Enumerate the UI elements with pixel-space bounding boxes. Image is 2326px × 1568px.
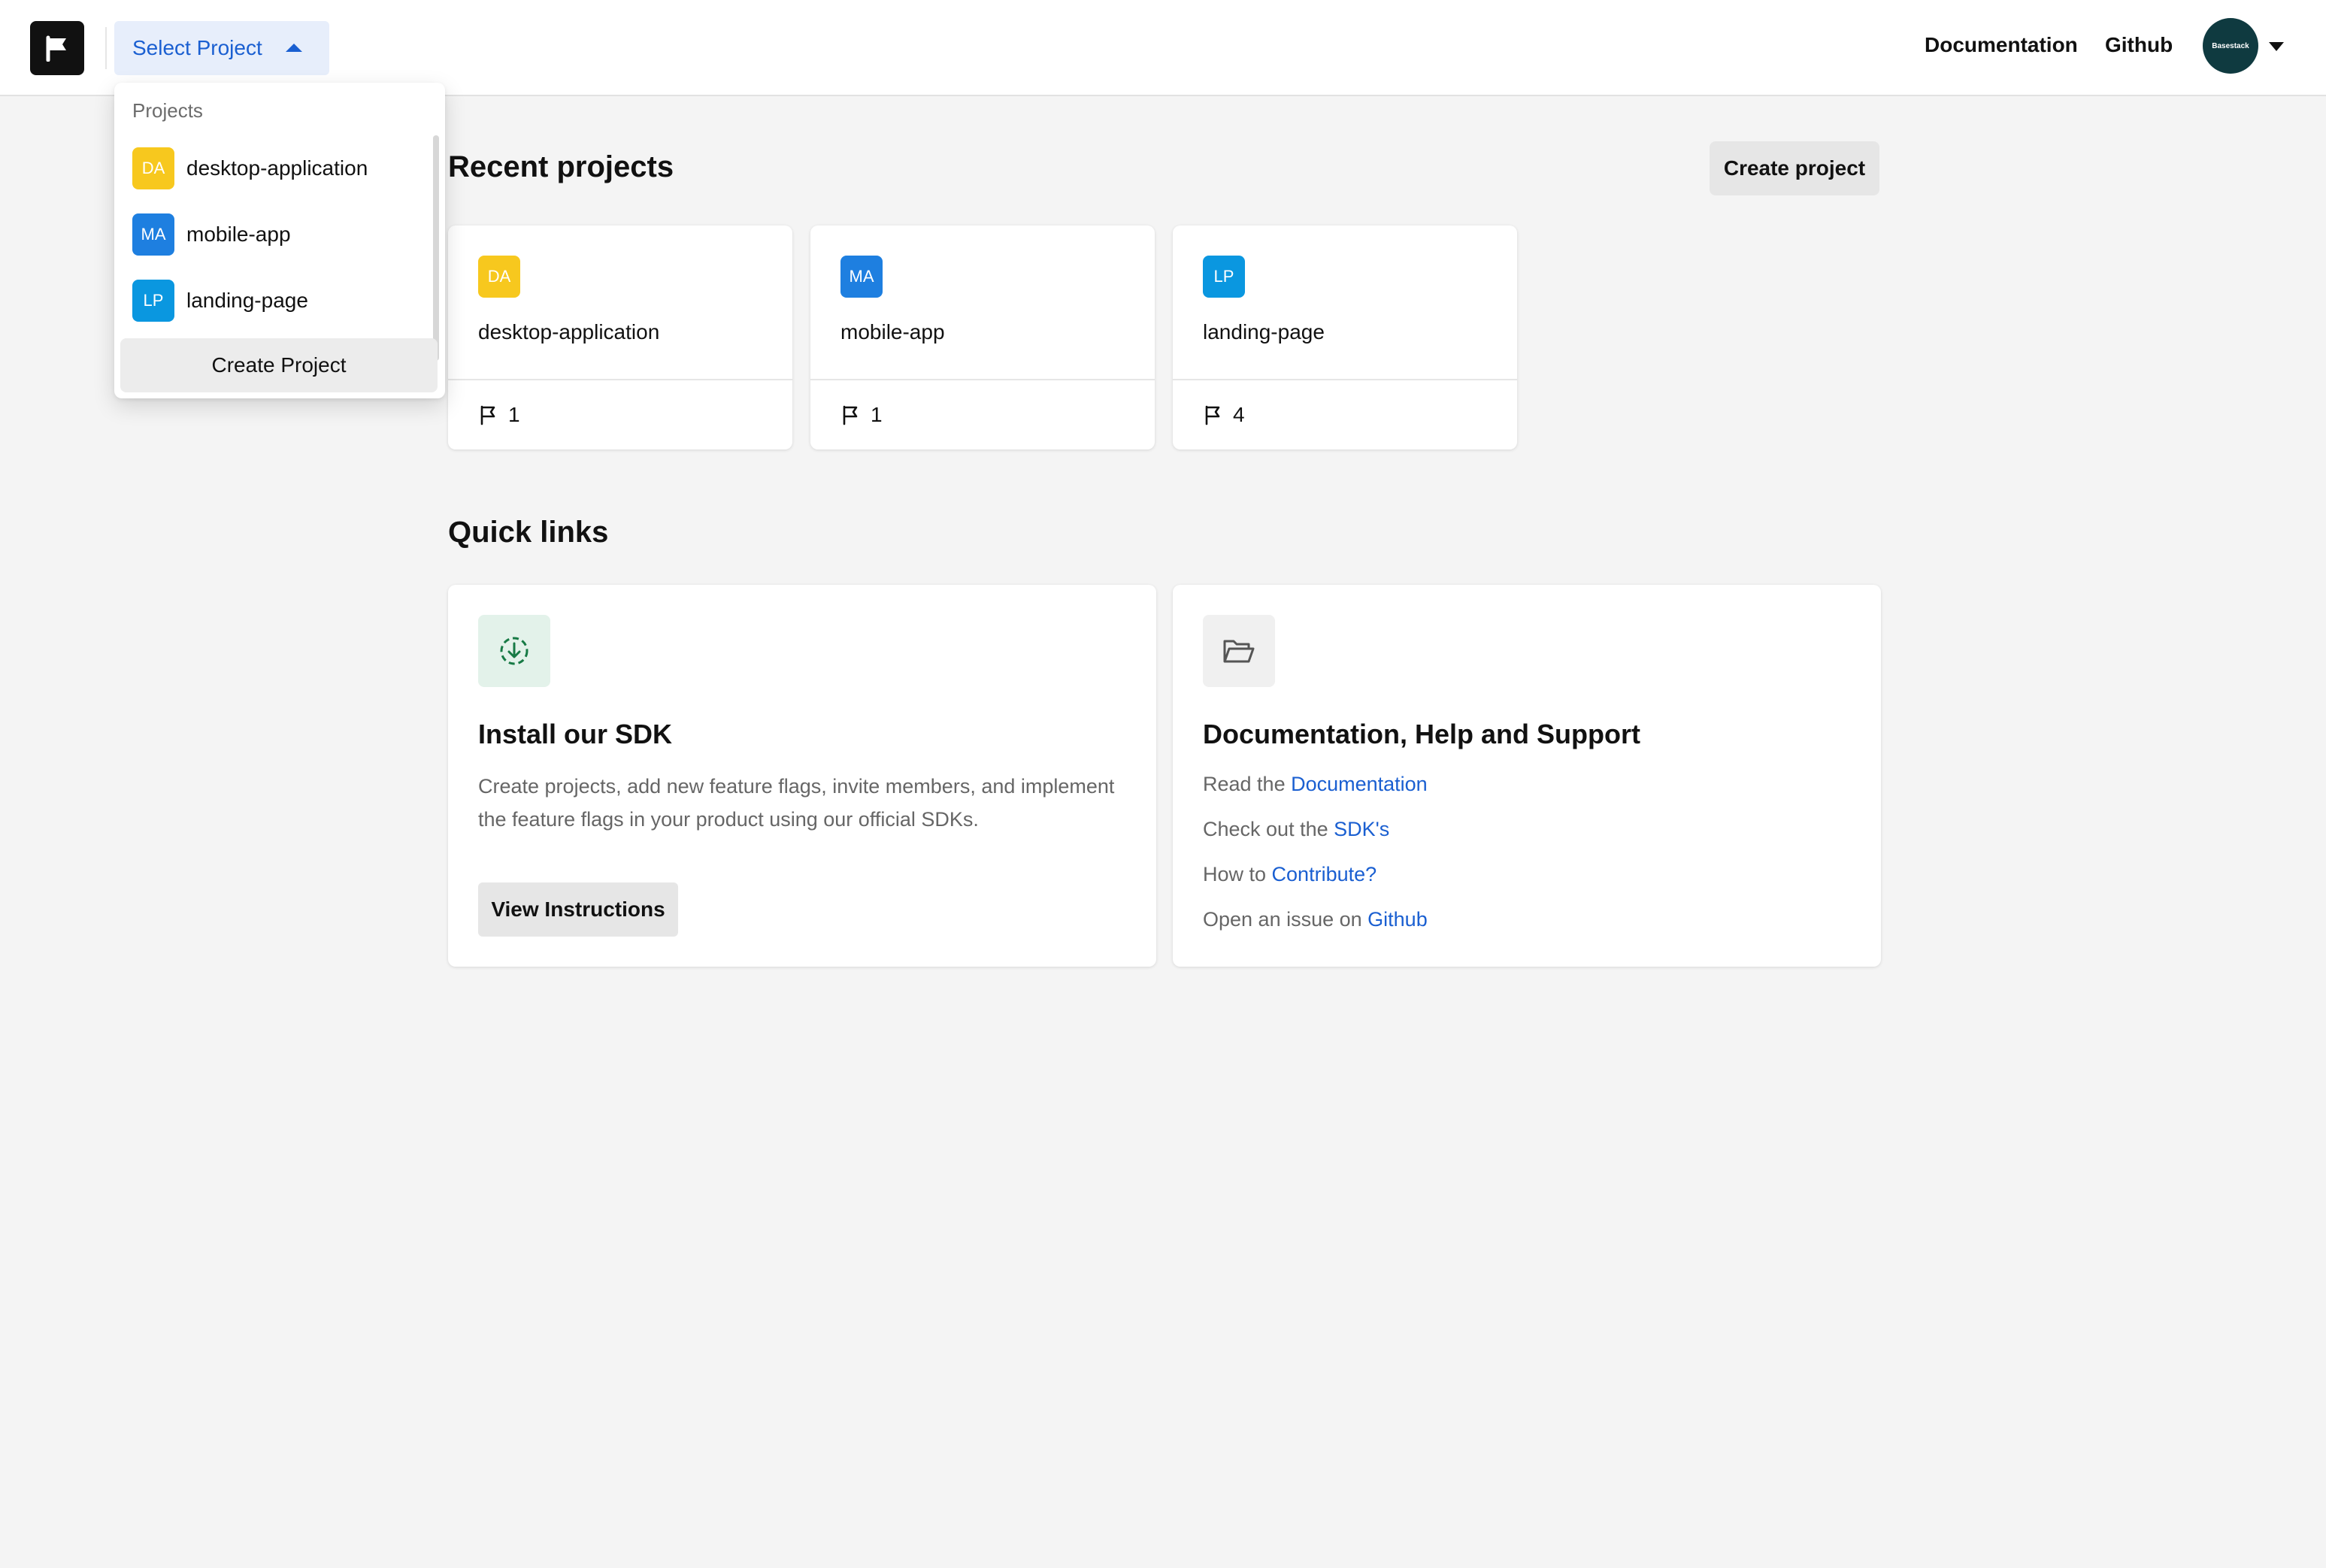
caret-down-icon[interactable] — [2269, 42, 2284, 51]
project-avatar: LP — [132, 280, 174, 322]
avatar[interactable]: Basestack — [2203, 18, 2258, 74]
docs-line-prefix: How to — [1203, 863, 1272, 885]
dropdown-item-landing-page[interactable]: LP landing-page — [132, 280, 418, 322]
flag-outline-icon — [480, 405, 495, 425]
caret-up-icon — [286, 44, 302, 52]
dropdown-create-project-button[interactable]: Create Project — [120, 338, 438, 392]
docs-support-card: Documentation, Help and Support Read the… — [1173, 585, 1881, 967]
flag-count: 1 — [840, 403, 883, 427]
flag-count: 4 — [1203, 403, 1245, 427]
project-card-landing-page[interactable]: LP landing-page 4 — [1173, 226, 1517, 450]
documentation-link[interactable]: Documentation — [1291, 773, 1428, 795]
create-project-button[interactable]: Create project — [1710, 141, 1879, 195]
select-project-label: Select Project — [132, 36, 262, 59]
project-avatar: MA — [840, 256, 883, 298]
project-avatar: LP — [1203, 256, 1245, 298]
top-bar: Select Project Documentation Github Base… — [0, 0, 2326, 96]
contribute-link[interactable]: Contribute? — [1272, 863, 1377, 885]
docs-line-prefix: Read the — [1203, 773, 1292, 795]
project-name: landing-page — [1203, 320, 1325, 344]
nav-github-link[interactable]: Github — [2105, 33, 2173, 57]
card-divider — [448, 379, 792, 380]
folder-open-icon — [1203, 615, 1275, 687]
flag-count-value: 1 — [508, 403, 520, 426]
install-sdk-description: Create projects, add new feature flags, … — [478, 775, 1115, 831]
dropdown-item-label: desktop-application — [186, 156, 368, 180]
sdks-link[interactable]: SDK's — [1334, 818, 1389, 840]
dropdown-item-desktop-application[interactable]: DA desktop-application — [132, 147, 418, 189]
header-divider — [105, 27, 107, 69]
flag-count-value: 4 — [1233, 403, 1245, 426]
dropdown-item-label: landing-page — [186, 289, 308, 312]
docs-line-sdks: Check out the SDK's — [1203, 818, 1389, 841]
docs-line-contribute: How to Contribute? — [1203, 863, 1377, 886]
flag-icon — [46, 35, 66, 62]
app-logo[interactable] — [30, 21, 84, 75]
quick-links-title: Quick links — [448, 516, 609, 549]
docs-support-title: Documentation, Help and Support — [1203, 719, 1640, 749]
project-card-desktop-application[interactable]: DA desktop-application 1 — [448, 226, 792, 450]
docs-line-prefix: Check out the — [1203, 818, 1334, 840]
project-name: desktop-application — [478, 320, 660, 344]
install-sdk-title: Install our SDK — [478, 719, 673, 749]
dropdown-heading: Projects — [132, 99, 203, 122]
nav-documentation-link[interactable]: Documentation — [1925, 33, 2078, 57]
card-divider — [810, 379, 1155, 380]
card-divider — [1173, 379, 1517, 380]
project-dropdown: Projects DA desktop-application MA mobil… — [114, 83, 445, 398]
flag-outline-icon — [843, 405, 858, 425]
docs-line-github: Open an issue on Github — [1203, 908, 1428, 931]
recent-projects-title: Recent projects — [448, 150, 674, 183]
project-card-mobile-app[interactable]: MA mobile-app 1 — [810, 226, 1155, 450]
flag-count: 1 — [478, 403, 520, 427]
dropdown-item-label: mobile-app — [186, 222, 291, 246]
project-avatar: DA — [478, 256, 520, 298]
project-name: mobile-app — [840, 320, 945, 344]
flag-outline-icon — [1205, 405, 1220, 425]
github-issue-link[interactable]: Github — [1367, 908, 1428, 931]
flag-count-value: 1 — [871, 403, 883, 426]
install-sdk-card: Install our SDK Create projects, add new… — [448, 585, 1156, 967]
view-instructions-button[interactable]: View Instructions — [478, 882, 678, 937]
select-project-button[interactable]: Select Project — [114, 21, 329, 75]
project-avatar: MA — [132, 213, 174, 256]
docs-line-documentation: Read the Documentation — [1203, 773, 1428, 796]
docs-line-prefix: Open an issue on — [1203, 908, 1368, 931]
project-avatar: DA — [132, 147, 174, 189]
dropdown-scrollbar[interactable] — [433, 135, 439, 361]
avatar-text: Basestack — [2212, 41, 2249, 50]
dropdown-item-mobile-app[interactable]: MA mobile-app — [132, 213, 418, 256]
download-circle-icon — [478, 615, 550, 687]
